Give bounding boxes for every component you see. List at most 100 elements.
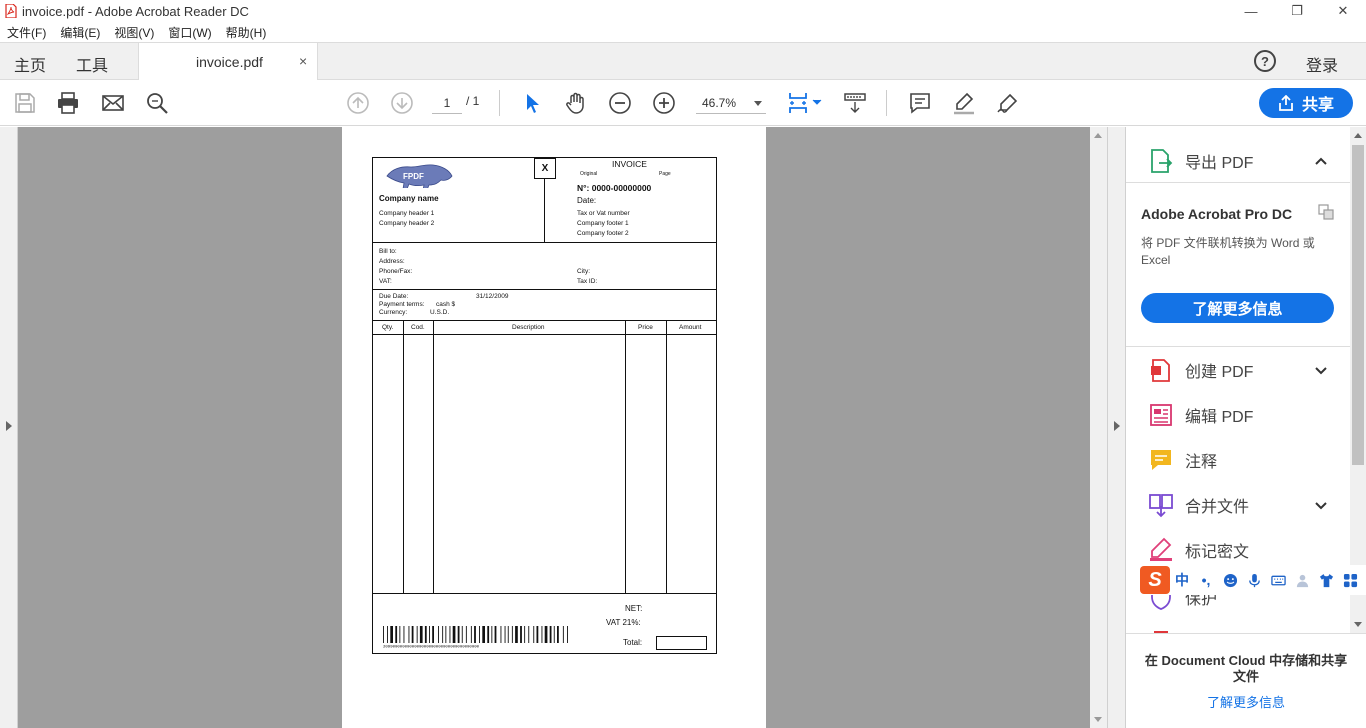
chevron-down-icon[interactable] xyxy=(1314,498,1328,512)
convert-icon xyxy=(1318,204,1334,220)
tool-redact-label: 标记密文 xyxy=(1185,544,1250,561)
zoom-level-value: 46.7% xyxy=(702,96,737,110)
tab-document[interactable]: invoice.pdf × xyxy=(138,43,318,81)
tool-export-pdf[interactable]: 导出 PDF xyxy=(1126,141,1350,181)
help-icon[interactable]: ? xyxy=(1254,50,1276,72)
microphone-icon[interactable] xyxy=(1242,568,1266,592)
comment-icon[interactable] xyxy=(907,90,933,116)
left-panel-toggle[interactable] xyxy=(0,127,18,728)
fpdf-logo: FPDF xyxy=(386,164,453,188)
chevron-down-icon xyxy=(754,101,762,106)
tool-redact[interactable]: 标记密文 xyxy=(1126,530,1350,570)
panel-divider xyxy=(1126,346,1350,347)
column-divider xyxy=(403,320,404,593)
menu-view[interactable]: 视图(V) xyxy=(114,24,154,41)
login-button[interactable]: 登录 xyxy=(1306,52,1338,76)
menu-bar: 文件(F) 编辑(E) 视图(V) 窗口(W) 帮助(H) xyxy=(0,22,1366,42)
total-label: Total: xyxy=(623,638,643,647)
page-fit-icon[interactable] xyxy=(786,90,824,116)
column-cod: Cod. xyxy=(411,324,425,331)
chevron-down-icon[interactable] xyxy=(1314,363,1328,377)
previous-page-icon[interactable] xyxy=(345,90,371,116)
save-icon[interactable] xyxy=(12,90,38,116)
section-divider xyxy=(373,242,716,243)
right-panel-toggle[interactable] xyxy=(1107,127,1126,728)
column-divider xyxy=(433,320,434,593)
promo-title: Adobe Acrobat Pro DC xyxy=(1141,206,1293,222)
print-icon[interactable] xyxy=(55,90,81,116)
chevron-up-icon[interactable] xyxy=(1314,154,1328,168)
acrobat-app-icon xyxy=(5,4,17,18)
redact-icon xyxy=(1150,537,1172,561)
tool-edit-pdf[interactable]: 编辑 PDF xyxy=(1126,395,1350,435)
close-tab-icon[interactable]: × xyxy=(299,53,307,69)
page-total: / 1 xyxy=(466,94,480,108)
restore-button[interactable]: ❐ xyxy=(1274,0,1320,22)
tax-number-label: Tax or Vat number xyxy=(577,210,630,217)
learn-more-button[interactable]: 了解更多信息 xyxy=(1141,293,1334,323)
column-divider xyxy=(625,320,626,593)
document-canvas[interactable]: FPDF X Company name Company header 1 Com… xyxy=(18,127,1090,728)
share-icon xyxy=(1279,95,1293,111)
document-scrollbar[interactable] xyxy=(1090,127,1107,728)
phone-fax-label: Phone/Fax: xyxy=(379,268,413,275)
section-divider xyxy=(373,320,716,321)
company-footer-1: Company footer 1 xyxy=(577,220,629,227)
sign-icon[interactable] xyxy=(995,90,1021,116)
search-icon[interactable] xyxy=(144,90,170,116)
zoom-out-icon[interactable] xyxy=(607,90,633,116)
scroll-mode-icon[interactable] xyxy=(842,90,868,116)
keyboard-icon[interactable] xyxy=(1266,568,1290,592)
toolbox-grid-icon[interactable] xyxy=(1338,568,1362,592)
share-button[interactable]: 共享 xyxy=(1259,88,1353,118)
invoice-x-box: X xyxy=(534,158,556,179)
document-cloud-promo: 在 Document Cloud 中存储和共享文件 了解更多信息 xyxy=(1126,633,1366,728)
ime-punctuation[interactable]: •, xyxy=(1194,568,1218,592)
promo-description: 将 PDF 文件联机转换为 Word 或 Excel xyxy=(1141,236,1315,267)
column-divider xyxy=(666,320,667,593)
page-number-input[interactable]: 1 xyxy=(432,92,462,114)
scroll-thumb[interactable] xyxy=(1352,145,1364,465)
email-icon[interactable] xyxy=(100,90,126,116)
emoji-icon[interactable] xyxy=(1218,568,1242,592)
vat-rate-label: VAT 21%: xyxy=(606,618,641,627)
expand-right-icon xyxy=(6,421,12,431)
user-icon[interactable] xyxy=(1290,568,1314,592)
scroll-down-icon[interactable] xyxy=(1094,717,1102,722)
edit-pdf-icon xyxy=(1150,404,1172,426)
next-page-icon[interactable] xyxy=(389,90,415,116)
tool-comment[interactable]: 注释 xyxy=(1126,440,1350,480)
menu-edit[interactable]: 编辑(E) xyxy=(60,24,100,41)
zoom-level-select[interactable]: 46.7% xyxy=(696,92,766,114)
tab-home[interactable]: 主页 xyxy=(14,52,46,76)
menu-file[interactable]: 文件(F) xyxy=(7,24,46,41)
cloud-learn-more-link[interactable]: 了解更多信息 xyxy=(1126,692,1366,711)
tab-tools[interactable]: 工具 xyxy=(76,52,108,76)
invoice-title: INVOICE xyxy=(612,159,647,169)
menu-window[interactable]: 窗口(W) xyxy=(168,24,211,41)
invoice-document: FPDF X Company name Company header 1 Com… xyxy=(372,157,717,654)
zoom-in-icon[interactable] xyxy=(651,90,677,116)
due-date-label: Due Date: xyxy=(379,293,409,300)
minimize-button[interactable]: — xyxy=(1228,0,1274,22)
menu-help[interactable]: 帮助(H) xyxy=(226,24,267,41)
tool-create-pdf[interactable]: 创建 PDF xyxy=(1126,350,1350,390)
toolbar: 1 / 1 46.7% 共享 xyxy=(0,80,1366,126)
highlight-icon[interactable] xyxy=(951,90,977,116)
scroll-down-icon[interactable] xyxy=(1354,622,1362,627)
barcode-digits: 2099000000000000000000000000000000000000 xyxy=(383,646,480,649)
vat-label: VAT: xyxy=(379,278,392,285)
scroll-up-icon[interactable] xyxy=(1354,133,1362,138)
company-name: Company name xyxy=(379,194,439,203)
tool-combine-files[interactable]: 合并文件 xyxy=(1126,485,1350,525)
close-window-button[interactable]: ✕ xyxy=(1320,0,1366,22)
skin-shirt-icon[interactable] xyxy=(1314,568,1338,592)
hand-tool-icon[interactable] xyxy=(563,90,589,116)
scroll-up-icon[interactable] xyxy=(1094,133,1102,138)
export-pdf-icon xyxy=(1151,149,1173,173)
sogou-logo-icon[interactable]: S xyxy=(1140,566,1170,594)
select-cursor-icon[interactable] xyxy=(519,90,545,116)
ime-chinese-mode[interactable]: 中 xyxy=(1170,568,1194,592)
title-bar: invoice.pdf - Adobe Acrobat Reader DC — … xyxy=(0,0,1366,22)
tools-pane-scrollbar[interactable] xyxy=(1350,127,1366,633)
